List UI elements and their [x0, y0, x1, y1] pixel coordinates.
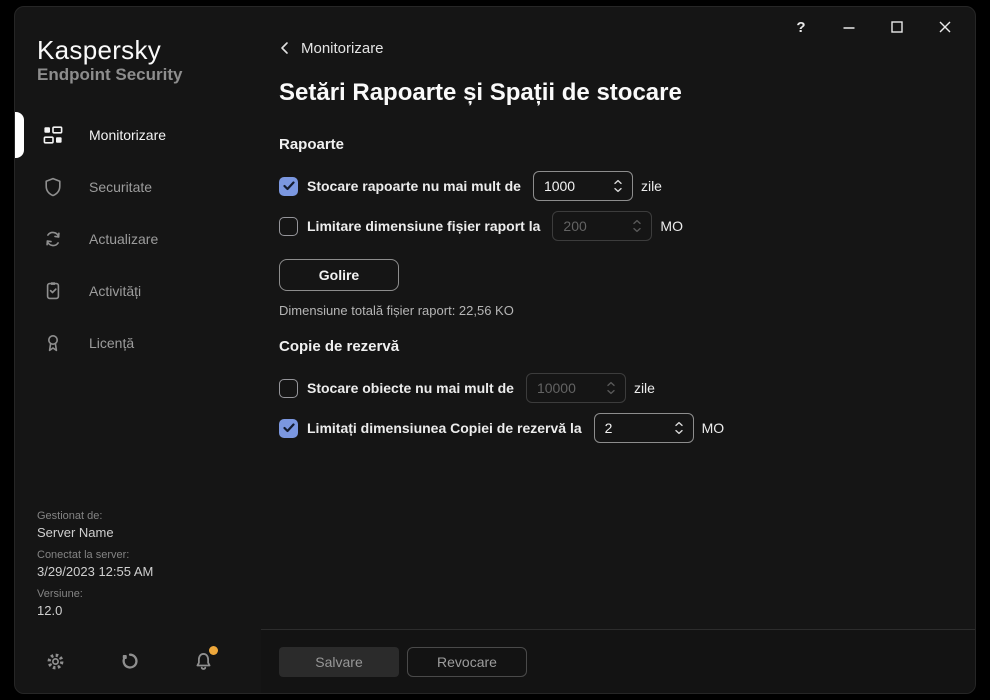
sidebar-item-securitate[interactable]: Securitate [15, 161, 261, 213]
app-window: ? Kaspersky Endpoint Security Monitoriza… [14, 6, 976, 694]
notification-dot [209, 646, 218, 655]
report-total-size-note: Dimensiune totală fișier raport: 22,56 K… [279, 303, 514, 318]
checkmark-icon [282, 423, 295, 433]
checkbox-limit-report-size[interactable] [279, 216, 298, 236]
connected-value: 3/29/2023 12:55 AM [37, 564, 154, 579]
maximize-button[interactable] [873, 7, 921, 47]
support-button[interactable] [117, 649, 141, 673]
sidebar-item-actualizare[interactable]: Actualizare [15, 213, 261, 265]
number-input-store-objects [525, 373, 626, 403]
help-button[interactable]: ? [777, 7, 825, 47]
settings-button[interactable] [43, 649, 67, 673]
sidebar-bottom-icons [43, 646, 218, 673]
server-info: Gestionat de: Server Name Conectat la se… [37, 509, 153, 619]
option-label: Limitare dimensiune fișier raport la [307, 218, 541, 234]
spinner-limit-backup-size[interactable] [670, 420, 688, 436]
number-input-limit-backup-size [593, 413, 694, 443]
option-row-store-objects: Stocare obiecte nu mai mult de zile [279, 373, 945, 403]
shield-icon [43, 177, 63, 197]
refresh-icon [43, 229, 63, 249]
managed-by-value: Server Name [37, 525, 114, 540]
checkmark-icon [282, 181, 295, 191]
brand-subtitle: Endpoint Security [37, 65, 183, 84]
sidebar-item-label: Activități [89, 283, 142, 299]
number-input-limit-report-size [552, 211, 653, 241]
option-label: Stocare rapoarte nu mai mult de [307, 178, 521, 194]
spinner-arrows-icon [607, 381, 615, 395]
cancel-button[interactable]: Revocare [407, 646, 527, 677]
window-controls: ? [777, 7, 969, 47]
sidebar-item-monitorizare[interactable]: Monitorizare [15, 109, 261, 161]
report-size-mb-field [553, 218, 629, 234]
spinner-arrows-icon [614, 179, 622, 193]
version-value: 12.0 [37, 603, 63, 618]
option-row-limit-report-size: Limitare dimensiune fișier raport la MO [279, 211, 945, 241]
support-icon [121, 653, 138, 669]
store-objects-days-field [526, 380, 602, 396]
maximize-icon [891, 21, 903, 33]
brand-name: Kaspersky [37, 35, 162, 65]
option-unit: zile [633, 380, 655, 396]
spinner-store-objects [602, 380, 620, 396]
section-heading-backup: Copie de rezervă [279, 338, 400, 355]
action-footer: Salvare Revocare [261, 629, 975, 693]
option-row-limit-backup-size: Limitați dimensiunea Copiei de rezervă l… [279, 413, 945, 443]
main-content: Monitorizare Setări Rapoarte și Spații d… [261, 7, 975, 693]
sidebar-item-licenta[interactable]: Licență [15, 317, 261, 369]
managed-by-label: Gestionat de: [37, 510, 103, 522]
save-button[interactable]: Salvare [279, 646, 399, 677]
gear-icon [47, 653, 63, 669]
sidebar-item-label: Securitate [89, 179, 153, 195]
option-label: Limitați dimensiunea Copiei de rezervă l… [307, 420, 582, 436]
brand-logo: Kaspersky Endpoint Security [15, 7, 261, 85]
option-unit: MO [660, 218, 683, 234]
spinner-arrows-icon [674, 421, 683, 435]
back-button[interactable]: Monitorizare [279, 39, 384, 57]
sidebar-item-label: Monitorizare [89, 127, 167, 143]
back-chevron-icon [281, 42, 288, 54]
number-input-store-reports [532, 171, 633, 201]
checkbox-store-objects[interactable] [279, 378, 298, 398]
notifications-button[interactable] [191, 646, 218, 673]
spinner-store-reports[interactable] [609, 178, 627, 194]
option-unit: zile [640, 178, 662, 194]
clear-reports-button[interactable]: Golire [279, 259, 399, 291]
sidebar-item-label: Actualizare [89, 231, 159, 247]
section-heading-reports: Rapoarte [279, 136, 345, 153]
connected-label: Conectat la server: [37, 549, 130, 561]
minimize-icon [843, 27, 855, 29]
close-button[interactable] [921, 7, 969, 47]
spinner-limit-report-size [628, 218, 646, 234]
store-reports-days-field[interactable] [533, 178, 609, 194]
backup-size-mb-field[interactable] [594, 420, 670, 436]
sidebar-menu: Monitorizare Securitate Actualizare Acti… [15, 109, 261, 369]
checkbox-store-reports[interactable] [279, 176, 298, 196]
dashboard-icon [43, 125, 63, 145]
active-item-indicator [15, 112, 24, 158]
license-icon [43, 333, 63, 353]
option-row-store-reports: Stocare rapoarte nu mai mult de zile [279, 171, 945, 201]
option-unit: MO [701, 420, 725, 436]
page-title: Setări Rapoarte și Spații de stocare [279, 79, 682, 106]
spinner-arrows-icon [633, 219, 642, 233]
checkbox-limit-backup-size[interactable] [279, 418, 298, 438]
sidebar: Kaspersky Endpoint Security Monitorizare [15, 7, 261, 693]
minimize-button[interactable] [825, 7, 873, 47]
close-icon [939, 21, 951, 33]
sidebar-item-label: Licență [89, 335, 135, 351]
tasks-icon [43, 281, 63, 301]
sidebar-item-activitati[interactable]: Activități [15, 265, 261, 317]
version-label: Versiune: [37, 588, 83, 600]
option-label: Stocare obiecte nu mai mult de [307, 380, 514, 396]
back-label: Monitorizare [301, 39, 384, 57]
